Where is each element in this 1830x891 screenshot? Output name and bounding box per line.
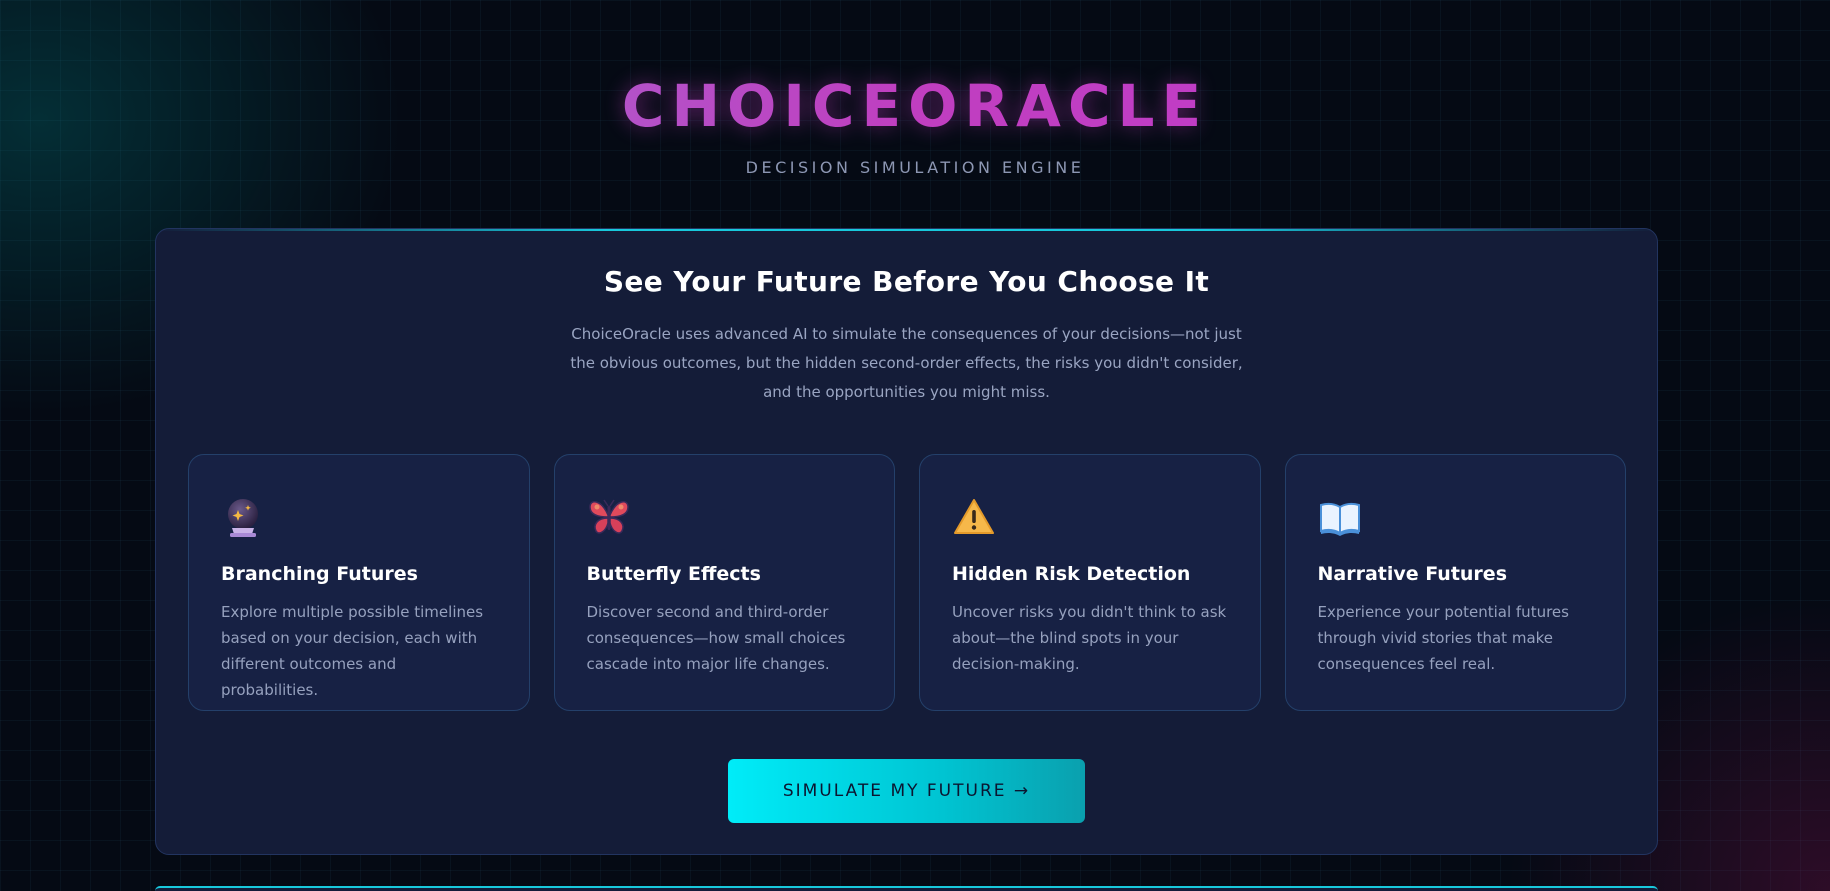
feature-title: Narrative Futures: [1317, 563, 1508, 585]
app-tagline: DECISION SIMULATION ENGINE: [745, 158, 1085, 177]
open-book-icon: [1318, 495, 1362, 539]
feature-card-butterfly-effects: Butterfly Effects Discover second and th…: [553, 454, 895, 711]
feature-description: Discover second and third-order conseque…: [586, 603, 846, 673]
butterfly-icon: [587, 495, 631, 539]
feature-description: Experience your potential futures throug…: [1317, 603, 1569, 673]
next-panel-edge: [155, 886, 1658, 891]
hero-description: ChoiceOracle uses advanced AI to simulat…: [570, 325, 1243, 401]
feature-cards: Branching Futures Explore multiple possi…: [188, 454, 1626, 711]
warning-icon: [952, 495, 996, 539]
feature-card-branching-futures: Branching Futures Explore multiple possi…: [188, 454, 530, 711]
feature-card-hidden-risk-detection: Hidden Risk Detection Uncover risks you …: [919, 454, 1261, 711]
feature-title: Hidden Risk Detection: [952, 563, 1191, 585]
app-logo: CHOICEORACLE: [0, 72, 1830, 140]
simulate-my-future-button[interactable]: SIMULATE MY FUTURE →: [728, 759, 1085, 823]
feature-description: Explore multiple possible timelines base…: [221, 603, 484, 699]
feature-card-narrative-futures: Narrative Futures Experience your potent…: [1284, 454, 1626, 711]
hero-title: See Your Future Before You Choose It: [603, 265, 1210, 298]
feature-title: Branching Futures: [221, 563, 418, 585]
crystal-ball-icon: [221, 495, 265, 539]
feature-description: Uncover risks you didn't think to ask ab…: [952, 603, 1227, 673]
feature-title: Butterfly Effects: [586, 563, 761, 585]
intro-panel: See Your Future Before You Choose It Cho…: [155, 228, 1658, 855]
